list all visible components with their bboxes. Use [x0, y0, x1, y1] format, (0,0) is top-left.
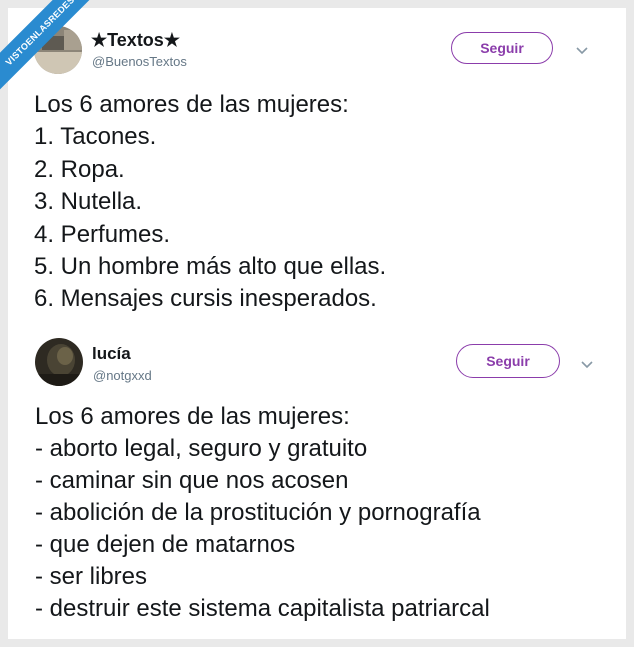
tweet-2: lucía @notgxxd Seguir Los 6 amores de la…: [8, 330, 626, 639]
tweet-text-line: - abolición de la prostitución y pornogr…: [35, 499, 481, 526]
tweet-text-line: Los 6 amores de las mujeres:: [34, 91, 349, 118]
tweet-text-line: Los 6 amores de las mujeres:: [35, 403, 350, 430]
avatar[interactable]: [35, 338, 83, 386]
follow-button[interactable]: Seguir: [456, 344, 560, 378]
watermark-banner: VISTOENLASREDES: [0, 0, 90, 90]
chevron-down-icon[interactable]: [574, 42, 590, 58]
watermark-corner: VISTOENLASREDES: [0, 0, 90, 90]
tweet-screenshot-card: ★Textos★ @BuenosTextos Seguir Los 6 amor…: [8, 8, 626, 639]
tweet-text-line: - aborto legal, seguro y gratuito: [35, 435, 368, 462]
tweet-text-line: 6. Mensajes cursis inesperados.: [34, 285, 377, 312]
follow-button[interactable]: Seguir: [451, 32, 553, 64]
author-name[interactable]: ★Textos★: [91, 30, 180, 51]
tweet-text-line: 4. Perfumes.: [34, 221, 171, 248]
tweet-text-line: 1. Tacones.: [34, 123, 157, 150]
author-handle[interactable]: @BuenosTextos: [92, 54, 187, 69]
avatar-photo-icon: [35, 338, 83, 386]
tweet-text-line: - ser libres: [35, 563, 148, 590]
tweet-text-line: - destruir este sistema capitalista patr…: [35, 595, 490, 622]
tweet-text-line: 3. Nutella.: [34, 188, 143, 215]
tweet-1: ★Textos★ @BuenosTextos Seguir Los 6 amor…: [8, 8, 626, 328]
author-handle[interactable]: @notgxxd: [93, 368, 152, 383]
tweet-text-line: 5. Un hombre más alto que ellas.: [34, 253, 387, 280]
chevron-down-icon[interactable]: [579, 356, 595, 372]
tweet-text-line: - que dejen de matarnos: [35, 531, 296, 558]
tweet-text-line: 2. Ropa.: [34, 156, 125, 183]
author-name[interactable]: lucía: [92, 344, 131, 364]
tweet-text-line: - caminar sin que nos acosen: [35, 467, 349, 494]
